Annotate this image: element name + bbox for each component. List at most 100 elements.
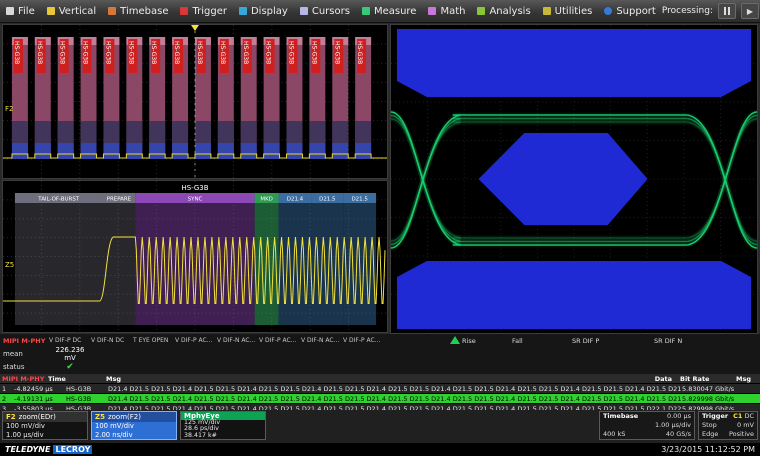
menu-cursors[interactable]: Cursors: [294, 0, 356, 22]
decode-table: MIPI M-PHY Time Msg Data Bit Rate Msg 1-…: [0, 374, 760, 410]
mask-bottom: [397, 261, 751, 329]
zoom-title: HS-G3B: [182, 184, 209, 192]
decode-cell-pay: D21.4 D21.5 D21.5 D21.4 D21.5 D21.5 D21.…: [108, 385, 682, 393]
menu-utilities[interactable]: Utilities: [537, 0, 599, 22]
z5-vscale: 100 mV/div: [95, 422, 173, 431]
f2-id: F2: [6, 413, 16, 421]
menu-label: File: [18, 6, 35, 17]
channel-label: Z5: [5, 261, 14, 269]
support-icon: [604, 7, 612, 15]
descriptor-mphyeye[interactable]: MphyEye 125 mV/div 28.6 ps/div 38.417 k#: [180, 411, 266, 440]
menu-measure[interactable]: Measure: [356, 0, 423, 22]
decode-set-label: MIPI M-PHY: [0, 375, 48, 383]
measure-mean-value: 226.236 mV: [49, 346, 91, 362]
measure-columns-left: V DIF-P DCV DIF-N DCT EYE OPENV DIF-P AC…: [49, 337, 385, 344]
descriptor-spacer: [269, 411, 596, 442]
menu-right-controls: Processing: ▶ Default ↶ Undo: [662, 2, 760, 20]
region-label: D21.5: [351, 196, 367, 202]
trigger-icon: [180, 7, 188, 15]
menu-timebase[interactable]: Timebase: [102, 0, 174, 22]
burst-overview-panel[interactable]: HS-G3B HS-G3B HS-G3B HS-G3B HS-G3B HS-G3B HS-G…: [2, 24, 388, 179]
timebase-descriptor[interactable]: Timebase 0.00 µs 1.00 µs/div 400 kS 40 G…: [599, 411, 695, 440]
menu-math[interactable]: Math: [422, 0, 471, 22]
play-button[interactable]: ▶: [741, 3, 759, 19]
burst-label: HS-G3B: [196, 41, 203, 64]
descriptor-z5[interactable]: Z5 zoom(F2) 100 mV/div 2.00 ns/div: [91, 411, 177, 440]
burst-label: HS-G3B: [104, 41, 111, 64]
trigger-level: 0 mV: [737, 421, 754, 430]
burst-label: HS-G3B: [242, 41, 249, 64]
timebase-title: Timebase: [603, 412, 638, 421]
decode-cell-type: HS-G3B: [66, 385, 108, 393]
math-icon: [428, 7, 436, 15]
pause-button[interactable]: [718, 3, 736, 19]
descriptor-f2[interactable]: F2 zoom(EDr) 100 mV/div 1.00 µs/div: [2, 411, 88, 440]
burst-blue-strip: [103, 143, 119, 159]
trigger-slope: Positive: [729, 430, 754, 439]
region-label: SYNC: [188, 196, 203, 202]
burst-blue-strip: [126, 143, 142, 159]
clock: 3/23/2015 11:12:52 PM: [661, 445, 755, 454]
status-check-icon: ✔: [49, 362, 91, 372]
burst-blue-strip: [149, 143, 165, 159]
decode-cell-idx: 2: [0, 395, 14, 403]
burst-label: HS-G3B: [127, 41, 134, 64]
z5-hscale: 2.00 ns/div: [95, 431, 173, 440]
teledyne-lecroy-logo: TELEDYNE LECROY: [5, 445, 92, 454]
f2-vscale: 100 mV/div: [6, 422, 84, 431]
burst-blue-strip: [355, 143, 371, 159]
analysis-icon: [477, 7, 485, 15]
decode-cell-idx: 1: [0, 385, 14, 393]
menu-support[interactable]: Support: [598, 0, 662, 22]
burst-blue-strip: [58, 143, 74, 159]
processing-label: Processing:: [662, 6, 713, 16]
measure-set-label: MIPI M-PHY: [0, 337, 49, 345]
measure-status-row: status ✔: [0, 360, 760, 373]
menu-label: Math: [440, 6, 465, 17]
burst-label: HS-G3B: [150, 41, 157, 64]
burst-blue-strip: [241, 143, 257, 159]
eye-diagram-plot: [391, 25, 757, 333]
eye-diagram-panel[interactable]: [390, 24, 758, 334]
trigger-position-marker-icon: [450, 336, 460, 344]
zoom-detail-panel[interactable]: TAIL-OF-BURSTPREPARESYNCMKDD21.4D21.5D21…: [2, 180, 388, 333]
decode-header-time: Time: [48, 375, 106, 383]
file-icon: [6, 7, 14, 15]
menu-file[interactable]: File: [0, 0, 41, 22]
channel-label: F2: [5, 105, 13, 113]
burst-label: HS-G3B: [219, 41, 226, 64]
pause-icon: [724, 7, 730, 15]
region-label: D21.5: [319, 196, 335, 202]
menu-display[interactable]: Display: [233, 0, 294, 22]
burst-blue-strip: [332, 143, 348, 159]
menu-vertical[interactable]: Vertical: [41, 0, 102, 22]
decode-row[interactable]: 2-4.19131 µsHS-G3BD21.4 D21.5 D21.5 D21.…: [0, 394, 760, 404]
measure-columns-right: RiseFallSR DIF PSR DIF N: [392, 334, 760, 347]
f2-hscale: 1.00 µs/div: [6, 431, 84, 440]
burst-label: HS-G3B: [356, 41, 363, 64]
measure-column: SR DIF N: [654, 337, 682, 345]
z5-function: zoom(F2): [108, 413, 141, 421]
burst-label: HS-G3B: [13, 41, 20, 64]
trigger-descriptor[interactable]: Trigger C1 DC Stop 0 mV Edge Positive: [698, 411, 758, 440]
decode-header-row: MIPI M-PHY Time Msg Data Bit Rate Msg: [0, 374, 760, 384]
menu-bar: File VerticalTimebaseTrigger Display Cursor…: [0, 0, 760, 23]
timebase-scale: 1.00 µs/div: [655, 421, 691, 430]
oscilloscope-app: FileVerticalTimebaseTriggerDisplayCursor…: [0, 0, 760, 456]
burst-blue-strip: [218, 143, 234, 159]
display-icon: [239, 7, 247, 15]
measure-mean-label: mean: [0, 350, 49, 358]
measure-column: V DIF-P AC...: [343, 337, 385, 344]
decode-row[interactable]: 1-4.82459 µsHS-G3BD21.4 D21.5 D21.5 D21.…: [0, 384, 760, 394]
burst-blue-strip: [35, 143, 51, 159]
menu-label: Display: [251, 6, 288, 17]
brand-lecroy: LECROY: [53, 445, 92, 454]
menu-trigger[interactable]: Trigger: [174, 0, 233, 22]
measure-column: V DIF-N AC...: [301, 337, 343, 344]
menu-label: Analysis: [489, 6, 530, 17]
mphyeye-count: 38.417 k#: [184, 433, 262, 439]
decode-header-data: Data: [146, 375, 680, 383]
decode-header-msg2: Msg: [736, 375, 760, 383]
menu-analysis[interactable]: Analysis: [471, 0, 536, 22]
status-bar: TELEDYNE LECROY 3/23/2015 11:12:52 PM: [0, 443, 760, 456]
